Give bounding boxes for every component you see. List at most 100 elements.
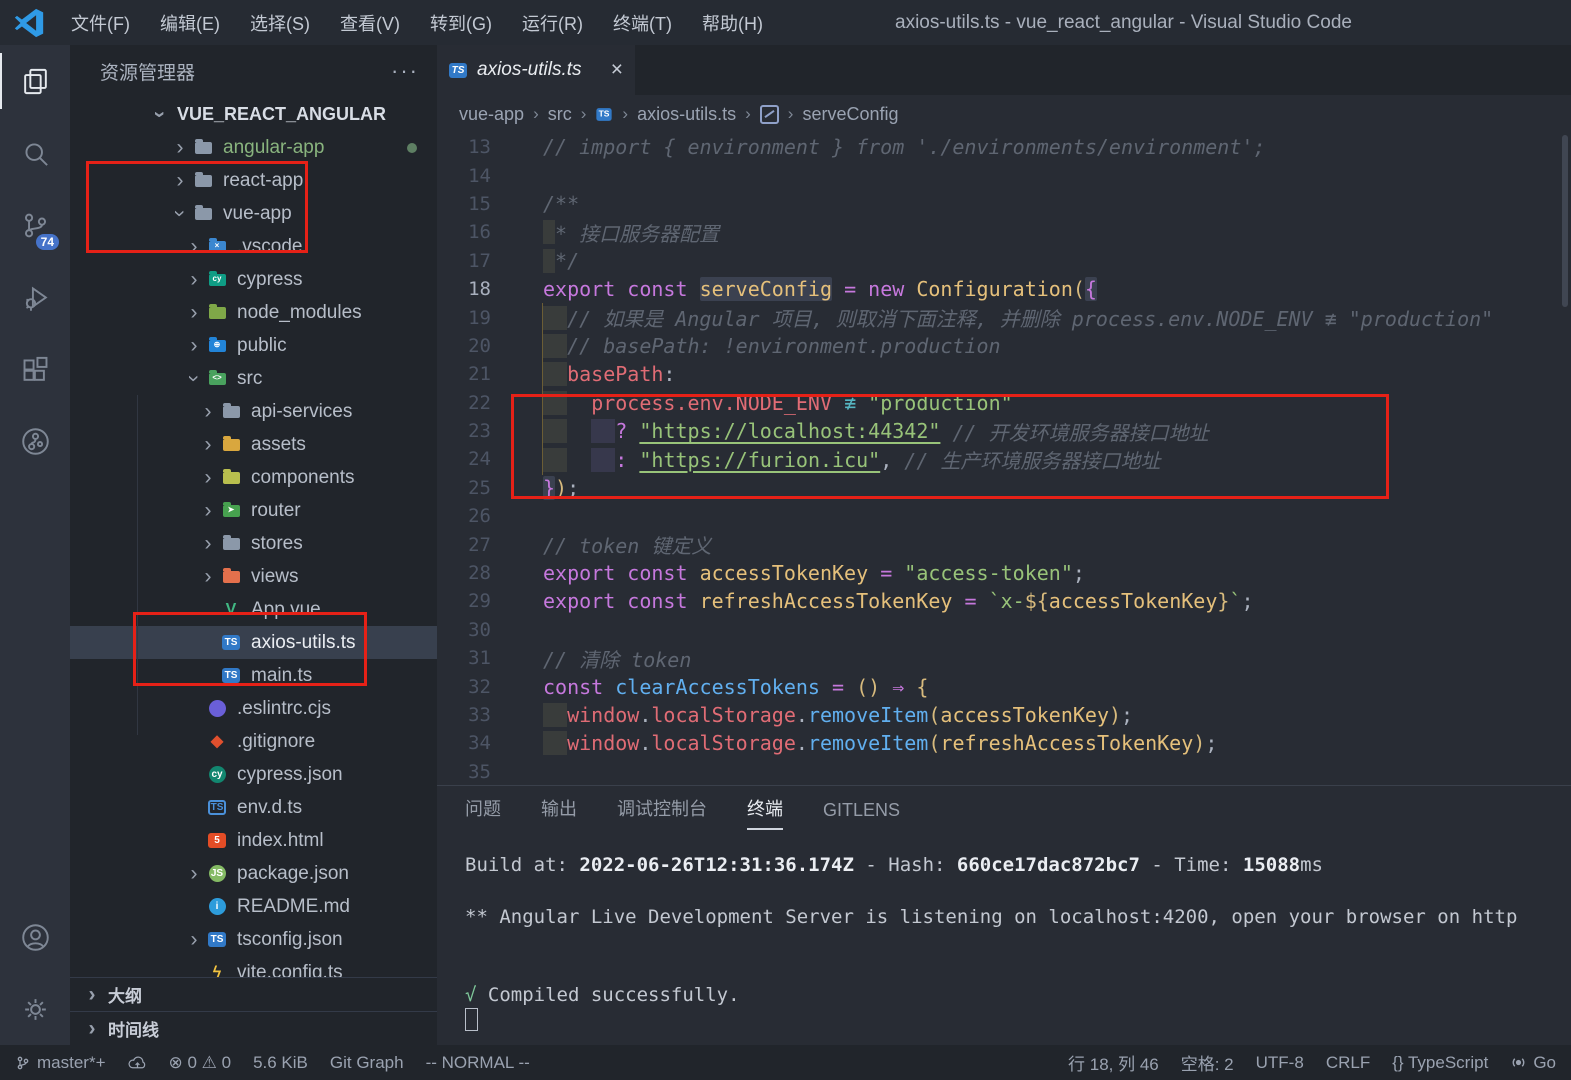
tree-item-vue-react-angular[interactable]: ›VUE_REACT_ANGULAR [70, 98, 437, 131]
language-mode[interactable]: {} TypeScript [1381, 1045, 1499, 1080]
settings-icon[interactable] [0, 973, 70, 1045]
code-line-14[interactable]: 14 [437, 161, 1571, 189]
tree-item-router[interactable]: ›➤router [70, 494, 437, 527]
tree-item-env-d-ts[interactable]: TSenv.d.ts [70, 791, 437, 824]
cursor-position[interactable]: 行 18, 列 46 [1057, 1045, 1170, 1080]
tree-item-components[interactable]: ›components [70, 461, 437, 494]
panel-tab-输出[interactable]: 输出 [541, 795, 577, 830]
code-line-32[interactable]: 32const clearAccessTokens = () ⇒ { [437, 672, 1571, 700]
readme-info-icon: i [204, 898, 230, 915]
breadcrumb-item[interactable]: serveConfig [802, 104, 898, 125]
menu-E[interactable]: 编辑(E) [145, 10, 235, 36]
code-line-20[interactable]: 20 // basePath: !environment.production [437, 332, 1571, 360]
menu-V[interactable]: 查看(V) [325, 10, 415, 36]
tree-item-stores[interactable]: ›stores [70, 527, 437, 560]
breadcrumb-item[interactable]: src [548, 104, 572, 125]
code-line-19[interactable]: 19 // 如果是 Angular 项目, 则取消下面注释, 并删除 proce… [437, 303, 1571, 331]
code-editor[interactable]: 13// import { environment } from './envi… [437, 133, 1571, 785]
encoding[interactable]: UTF-8 [1245, 1045, 1315, 1080]
code-line-27[interactable]: 27// token 键定义 [437, 530, 1571, 558]
timeline-section[interactable]: ›时间线 [70, 1011, 437, 1045]
code-line-18[interactable]: 18export const serveConfig = new Configu… [437, 275, 1571, 303]
git-graph-icon[interactable] [0, 405, 70, 477]
account-icon[interactable] [0, 901, 70, 973]
tree-item-node-modules[interactable]: ›node_modules [70, 296, 437, 329]
code-line-23[interactable]: 23 ? "https://localhost:44342" // 开发环境服务… [437, 417, 1571, 445]
tree-item-public[interactable]: ›⊕public [70, 329, 437, 362]
problems-counter[interactable]: ⊗ 0 ⚠ 0 [158, 1045, 243, 1080]
code-line-31[interactable]: 31// 清除 token [437, 644, 1571, 672]
src-folder-icon: <> [204, 373, 230, 385]
code-line-17[interactable]: 17 */ [437, 247, 1571, 275]
code-line-15[interactable]: 15/** [437, 190, 1571, 218]
panel-tab-GITLENS[interactable]: GITLENS [823, 800, 900, 830]
breadcrumb-item[interactable]: axios-utils.ts [637, 104, 736, 125]
terminal-output[interactable]: Build at: 2022-06-26T12:31:36.174Z - Has… [437, 840, 1571, 1034]
tree-item-app-vue[interactable]: VApp.vue [70, 593, 437, 626]
tree-item-tsconfig-json[interactable]: ›TStsconfig.json [70, 923, 437, 956]
tree-item-vue-app[interactable]: ›vue-app [70, 197, 437, 230]
panel-tab-终端[interactable]: 终端 [747, 795, 783, 830]
tree-item-assets[interactable]: ›assets [70, 428, 437, 461]
code-line-29[interactable]: 29export const refreshAccessTokenKey = `… [437, 587, 1571, 615]
vim-mode[interactable]: -- NORMAL -- [415, 1045, 541, 1080]
tree-item-axios-utils-ts[interactable]: TSaxios-utils.ts [70, 626, 437, 659]
menu-H[interactable]: 帮助(H) [687, 10, 778, 36]
code-line-34[interactable]: 34 window.localStorage.removeItem(refres… [437, 729, 1571, 757]
tree-item-src[interactable]: ›<>src [70, 362, 437, 395]
search-icon[interactable] [0, 117, 70, 189]
tree-item-label: main.ts [251, 665, 312, 687]
code-line-13[interactable]: 13// import { environment } from './envi… [437, 133, 1571, 161]
tree-item-readme-md[interactable]: iREADME.md [70, 890, 437, 923]
code-line-35[interactable]: 35 [437, 758, 1571, 785]
code-line-24[interactable]: 24 : "https://furion.icu", // 生产环境服务器接口地… [437, 445, 1571, 473]
tree-item-angular-app[interactable]: ›angular-app [70, 131, 437, 164]
run-debug-icon[interactable] [0, 261, 70, 333]
editor-group: TS axios-utils.ts × vue-app›src›TS›axios… [437, 45, 1571, 1045]
tree-item-api-services[interactable]: ›api-services [70, 395, 437, 428]
menu-T[interactable]: 终端(T) [598, 10, 687, 36]
tree-item-react-app[interactable]: ›react-app [70, 164, 437, 197]
code-line-28[interactable]: 28export const accessTokenKey = "access-… [437, 559, 1571, 587]
indentation[interactable]: 空格: 2 [1170, 1045, 1245, 1080]
code-line-16[interactable]: 16 * 接口服务器配置 [437, 218, 1571, 246]
panel-tab-调试控制台[interactable]: 调试控制台 [617, 795, 707, 830]
vscode-folder-icon: × [204, 241, 230, 253]
more-actions-icon[interactable]: ··· [391, 58, 419, 84]
git-graph-button[interactable]: Git Graph [319, 1045, 415, 1080]
code-line-33[interactable]: 33 window.localStorage.removeItem(access… [437, 701, 1571, 729]
tab-axios-utils[interactable]: TS axios-utils.ts × [437, 45, 635, 95]
live-server[interactable]: Go [1499, 1045, 1567, 1080]
line-number: 30 [437, 619, 499, 641]
breadcrumb-item[interactable]: vue-app [459, 104, 524, 125]
code-line-22[interactable]: 22 process.env.NODE_ENV ≢ "production" [437, 389, 1571, 417]
menu-F[interactable]: 文件(F) [56, 10, 145, 36]
code-line-30[interactable]: 30 [437, 616, 1571, 644]
code-line-25[interactable]: 25}); [437, 474, 1571, 502]
editor-scrollbar[interactable] [1562, 135, 1568, 307]
tree-item-cypress-json[interactable]: cycypress.json [70, 758, 437, 791]
menu-S[interactable]: 选择(S) [235, 10, 325, 36]
tree-item-index-html[interactable]: 5index.html [70, 824, 437, 857]
code-line-21[interactable]: 21 basePath: [437, 360, 1571, 388]
publish-button[interactable] [117, 1045, 158, 1080]
panel-tab-问题[interactable]: 问题 [465, 795, 501, 830]
menu-G[interactable]: 转到(G) [415, 10, 507, 36]
tree-item--gitignore[interactable]: ◆.gitignore [70, 725, 437, 758]
eol[interactable]: CRLF [1315, 1045, 1381, 1080]
outline-section[interactable]: ›大纲 [70, 977, 437, 1011]
tree-item-main-ts[interactable]: TSmain.ts [70, 659, 437, 692]
source-control-icon[interactable]: 74 [0, 189, 70, 261]
tree-item--eslintrc-cjs[interactable]: .eslintrc.cjs [70, 692, 437, 725]
tree-item-package-json[interactable]: ›JSpackage.json [70, 857, 437, 890]
tree-item-cypress[interactable]: ›cycypress [70, 263, 437, 296]
menu-R[interactable]: 运行(R) [507, 10, 598, 36]
tree-item-views[interactable]: ›views [70, 560, 437, 593]
explorer-icon[interactable] [0, 45, 70, 117]
code-line-26[interactable]: 26 [437, 502, 1571, 530]
file-size[interactable]: 5.6 KiB [242, 1045, 319, 1080]
close-icon[interactable]: × [611, 58, 623, 82]
extensions-icon[interactable] [0, 333, 70, 405]
tree-item--vscode[interactable]: ›×.vscode [70, 230, 437, 263]
branch-indicator[interactable]: master*+ [4, 1045, 117, 1080]
